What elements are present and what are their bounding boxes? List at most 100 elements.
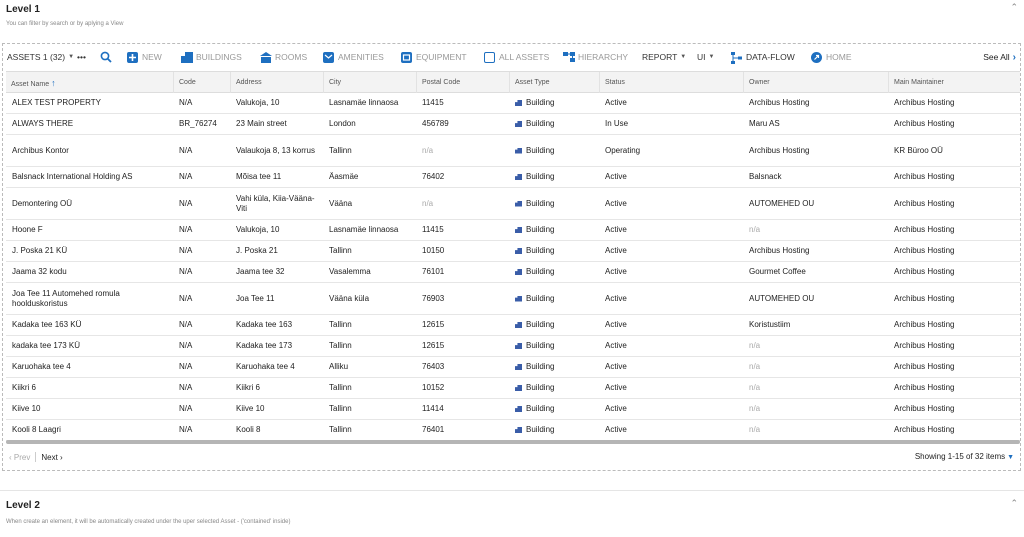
cell-value: London	[329, 119, 356, 128]
envelope-icon	[323, 51, 334, 63]
assets-view-dropdown[interactable]: ASSETS 1 (32) ▼	[7, 48, 74, 66]
cell-status: Operating	[599, 135, 743, 166]
cell-owner: Gourmet Coffee	[743, 262, 888, 282]
column-header-label: City	[329, 79, 342, 86]
horizontal-scrollbar[interactable]	[6, 440, 1020, 444]
cell-value: Building	[526, 293, 555, 303]
column-header-code[interactable]: Code	[173, 72, 230, 93]
level-1-collapse-icon[interactable]: ⌃	[1010, 2, 1018, 13]
cell-asset-name: Demontering OÜ	[6, 188, 173, 219]
buildings-button[interactable]: BUILDINGS	[181, 48, 242, 66]
column-header-label: Postal Code	[422, 79, 461, 86]
table-row[interactable]: Balsnack International Holding AS N/A Mõis…	[6, 167, 1020, 188]
column-header-city[interactable]: City	[323, 72, 416, 93]
cell-value: Balsnack International Holding AS	[12, 172, 133, 181]
table-row[interactable]: ALWAYS THERE BR_76274 23 Main street London…	[6, 114, 1020, 135]
cell-status: Active	[599, 336, 743, 356]
table-row[interactable]: Karuohaka tee 4 N/A Karuohaka tee 4 Alliku 7…	[6, 357, 1020, 378]
cell-value: Archibus Hosting	[894, 172, 955, 181]
cell-code: N/A	[173, 220, 230, 240]
column-header-asset-type[interactable]: Asset Type	[509, 72, 599, 93]
sort-ascending-icon[interactable]: ↑	[51, 78, 56, 88]
column-header-owner[interactable]: Owner	[743, 72, 888, 93]
hierarchy-button[interactable]: HIERARCHY	[563, 48, 628, 66]
cell-city: Tallinn	[323, 378, 416, 398]
level-2-collapse-icon[interactable]: ⌃	[1010, 498, 1018, 509]
table-row[interactable]: Hoone F N/A Valukoja, 10 Lasnamäe linnaosa 1…	[6, 220, 1020, 241]
cell-value: Tallinn	[329, 404, 352, 413]
cell-value: 12615	[422, 341, 445, 350]
table-row[interactable]: kadaka tee 173 KÜ N/A Kadaka tee 173 Tallin…	[6, 336, 1020, 357]
more-options-button[interactable]: •••	[77, 48, 86, 66]
items-count-dropdown[interactable]: Showing 1-15 of 32 items ▼	[915, 452, 1014, 461]
cell-value: n/a	[749, 341, 761, 350]
cell-value: N/A	[179, 98, 193, 107]
level-2-title: Level 2	[6, 500, 40, 511]
cell-owner: Maru AS	[743, 114, 888, 134]
table-row[interactable]: Kiive 10 N/A Kiive 10 Tallinn 11414 Building A…	[6, 399, 1020, 420]
column-header-status[interactable]: Status	[599, 72, 743, 93]
cell-owner: n/a	[743, 399, 888, 419]
table-row[interactable]: Kadaka tee 163 KÜ N/A Kadaka tee 163 Tallin…	[6, 315, 1020, 336]
cell-value: Archibus Hosting	[894, 404, 955, 413]
cell-city: Lasnamäe linnaosa	[323, 220, 416, 240]
amenities-button[interactable]: AMENITIES	[323, 48, 384, 66]
cell-postal-code: 11414	[416, 399, 509, 419]
assets-view-label: ASSETS 1 (32)	[7, 52, 66, 62]
table-row[interactable]: Joa Tee 11 Automehed romula hoolduskoris…	[6, 283, 1020, 315]
cell-address: Kadaka tee 163	[230, 315, 323, 335]
table-row[interactable]: Demontering OÜ N/A Vahi küla, Kiia-Vääna-V…	[6, 188, 1020, 220]
table-row[interactable]: Kiikri 6 N/A Kiikri 6 Tallinn 10152 Building A…	[6, 378, 1020, 399]
prev-page-button[interactable]: ‹ Prev	[9, 453, 30, 462]
search-button[interactable]	[100, 48, 112, 66]
cell-address: Mõisa tee 11	[230, 167, 323, 187]
cell-value: 76903	[422, 293, 445, 303]
next-page-button[interactable]: Next ›	[41, 453, 62, 462]
equipment-button[interactable]: EQUIPMENT	[401, 48, 467, 66]
table-row[interactable]: Jaama 32 kodu N/A Jaama tee 32 Vasalemma 761…	[6, 262, 1020, 283]
data-flow-button[interactable]: DATA-FLOW	[731, 48, 795, 66]
table-row[interactable]: J. Poska 21 KÜ N/A J. Poska 21 Tallinn 10150…	[6, 241, 1020, 262]
table-row[interactable]: Archibus Kontor N/A Valaukoja 8, 13 korrus…	[6, 135, 1020, 167]
cell-main-maintainer: Archibus Hosting	[888, 241, 1020, 261]
column-header-main-maintainer[interactable]: Main Maintainer	[888, 72, 1020, 93]
cell-value: n/a	[422, 145, 434, 155]
ui-dropdown[interactable]: UI ▼	[697, 48, 714, 66]
cell-value: Gourmet Coffee	[749, 267, 806, 276]
cell-address: Kiive 10	[230, 399, 323, 419]
cell-postal-code: 10150	[416, 241, 509, 261]
cell-asset-name: Kadaka tee 163 KÜ	[6, 315, 173, 335]
cell-city: Tallinn	[323, 420, 416, 440]
plus-icon	[127, 51, 138, 63]
new-button[interactable]: NEW	[127, 48, 162, 66]
cell-address: Kiikri 6	[230, 378, 323, 398]
cell-value: Kadaka tee 163	[236, 320, 293, 329]
cell-value: Kooli 8	[236, 425, 261, 434]
all-assets-button[interactable]: ALL ASSETS	[484, 48, 549, 66]
building-icon	[515, 295, 522, 302]
cell-value: Active	[605, 341, 627, 350]
cell-main-maintainer: Archibus Hosting	[888, 378, 1020, 398]
column-header-asset-name[interactable]: Asset Name ↑	[6, 72, 173, 93]
report-dropdown[interactable]: REPORT ▼	[642, 48, 686, 66]
cell-asset-name: Jaama 32 kodu	[6, 262, 173, 282]
see-all-link[interactable]: See All ›	[983, 48, 1016, 66]
cell-asset-type: Building	[509, 399, 599, 419]
table-row[interactable]: ALEX TEST PROPERTY N/A Valukoja, 10 Lasnamä…	[6, 93, 1020, 114]
home-button[interactable]: HOME	[811, 48, 852, 66]
cell-code: N/A	[173, 420, 230, 440]
cell-postal-code: 76401	[416, 420, 509, 440]
cell-value: J. Poska 21	[236, 246, 278, 255]
cell-city: Tallinn	[323, 241, 416, 261]
cell-main-maintainer: Archibus Hosting	[888, 315, 1020, 335]
table-row[interactable]: Kooli 8 Laagri N/A Kooli 8 Tallinn 76401 Buil…	[6, 420, 1020, 441]
rooms-button[interactable]: ROOMS	[260, 48, 307, 66]
cell-asset-name: J. Poska 21 KÜ	[6, 241, 173, 261]
cell-code: N/A	[173, 399, 230, 419]
column-header-address[interactable]: Address	[230, 72, 323, 93]
building-icon	[515, 248, 522, 254]
cell-city: Alliku	[323, 357, 416, 377]
column-header-postal-code[interactable]: Postal Code	[416, 72, 509, 93]
cell-value: Active	[605, 225, 627, 234]
column-header-label: Asset Type	[515, 79, 550, 86]
